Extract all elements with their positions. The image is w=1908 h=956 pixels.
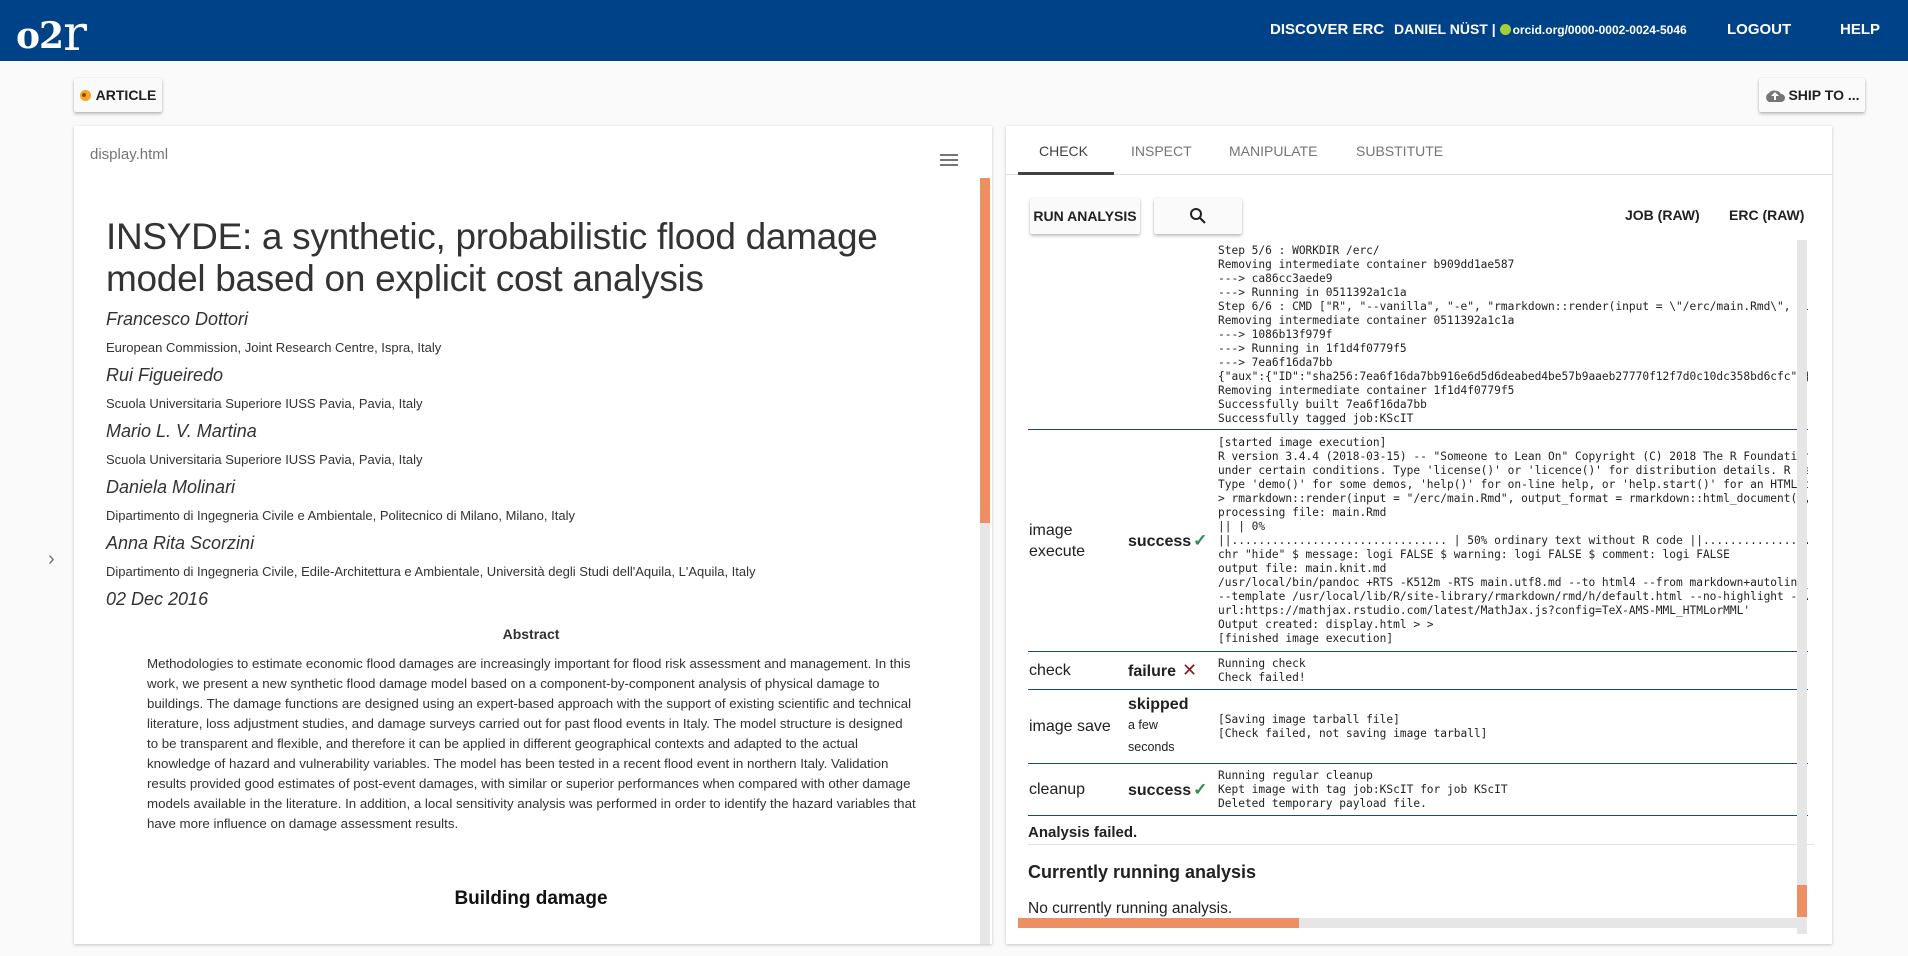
hamburger-menu-icon[interactable]: [940, 154, 958, 168]
section-heading: Building damage: [454, 888, 608, 909]
step-name: image save: [1029, 718, 1111, 735]
nav-logout[interactable]: LOGOUT: [1727, 21, 1791, 38]
logo-r: r: [63, 4, 87, 62]
article-title: INSYDE: a synthetic, probabilistic flood…: [106, 216, 878, 299]
scrollbar-thumb[interactable]: [980, 178, 990, 523]
top-navigation-bar: o2r DISCOVER ERC DANIEL NÜST | orcid.org…: [0, 0, 1908, 62]
step-log: [started image execution] R version 3.4.…: [1218, 435, 1808, 645]
tab-manipulate[interactable]: MANIPULATE: [1229, 143, 1317, 159]
author-affiliation: Scuola Universitaria Superiore IUSS Pavi…: [106, 452, 423, 467]
article-button-label: ARTICLE: [95, 87, 157, 103]
status-text: failure: [1128, 663, 1177, 680]
o2r-logo[interactable]: o2r: [16, 4, 87, 62]
author-affiliation: Scuola Universitaria Superiore IUSS Pavi…: [106, 396, 423, 411]
step-status: success ✓: [1128, 764, 1214, 815]
step-log: Running check Check failed!: [1218, 656, 1306, 684]
step-table: Step 5/6 : WORKDIR /erc/ Removing interm…: [1028, 240, 1808, 816]
step-name: [1028, 240, 1126, 429]
step-name: check: [1029, 662, 1071, 679]
check-icon: ✓: [1193, 779, 1208, 799]
status-text: skipped: [1128, 695, 1189, 713]
author-affiliation: Dipartimento di Ingegneria Civile, Edile…: [106, 564, 756, 579]
step-row-image-execute: image execute success ✓ [started image ex…: [1028, 430, 1808, 652]
status-text: success: [1128, 532, 1192, 550]
author-affiliation: European Commission, Joint Research Cent…: [106, 340, 442, 355]
file-name: display.html: [90, 146, 169, 163]
running-analysis-text: No currently running analysis.: [1028, 900, 1233, 917]
abstract-heading: Abstract: [502, 626, 560, 642]
tab-substitute[interactable]: SUBSTITUTE: [1356, 143, 1443, 159]
author-list: Francesco Dottori European Commission, J…: [106, 308, 956, 580]
scrollbar-thumb[interactable]: [1018, 918, 1299, 928]
nav-user[interactable]: DANIEL NÜST | orcid.org/0000-0002-0024-5…: [1394, 21, 1687, 37]
step-time: a few: [1128, 717, 1158, 732]
search-button[interactable]: [1154, 198, 1242, 234]
step-status: failure ✕: [1128, 652, 1214, 689]
article-date: 02 Dec 2016: [106, 589, 209, 609]
ship-to-button-label: SHIP TO ...: [1788, 87, 1860, 103]
ship-to-button[interactable]: SHIP TO ...: [1759, 78, 1865, 112]
status-text: success: [1128, 781, 1192, 799]
cloud-upload-icon: [1764, 88, 1786, 102]
article-panel: display.html INSYDE: a synthetic, probab…: [74, 126, 992, 944]
step-row-check: check failure ✕ Running check Check faile…: [1028, 652, 1808, 690]
divider: [1028, 844, 1814, 845]
nav-discover-erc[interactable]: DISCOVER ERC: [1270, 21, 1384, 38]
author-affiliation: Dipartimento di Ingegneria Civile e Ambi…: [106, 508, 575, 523]
scrollbar-thumb[interactable]: [1797, 885, 1807, 917]
search-icon: [1190, 208, 1206, 224]
chevron-right-icon[interactable]: ›: [48, 548, 55, 571]
abstract-text: Methodologies to estimate economic flood…: [147, 656, 916, 831]
tab-bar: CHECK INSPECT MANIPULATE SUBSTITUTE: [1006, 126, 1832, 175]
author-name: Francesco Dottori: [106, 309, 249, 329]
orcid-link[interactable]: orcid.org/0000-0002-0024-5046: [1513, 23, 1687, 37]
step-status: [1128, 240, 1214, 429]
log-vertical-scrollbar[interactable]: [1797, 240, 1807, 934]
step-name: cleanup: [1029, 781, 1086, 798]
log-horizontal-scrollbar[interactable]: [1018, 918, 1798, 928]
analysis-log: Step 5/6 : WORKDIR /erc/ Removing interm…: [1028, 240, 1814, 944]
step-row-cleanup: cleanup success ✓ Running regular cleanup…: [1028, 764, 1808, 816]
running-analysis-heading: Currently running analysis: [1028, 862, 1257, 882]
step-log: Running regular cleanup Kept image with …: [1218, 768, 1508, 810]
orcid-icon: [1499, 24, 1511, 35]
erc-raw-link[interactable]: ERC (RAW): [1729, 207, 1804, 223]
nav-help[interactable]: HELP: [1840, 21, 1880, 38]
doi-icon: [79, 89, 91, 101]
step-name: image execute: [1029, 521, 1086, 560]
run-analysis-button[interactable]: RUN ANALYSIS: [1030, 198, 1140, 234]
tab-check[interactable]: CHECK: [1039, 143, 1088, 159]
author-name: Daniela Molinari: [106, 477, 236, 497]
user-name: DANIEL NÜST |: [1394, 21, 1496, 37]
article-button[interactable]: ARTICLE: [74, 78, 162, 112]
check-panel: CHECK INSPECT MANIPULATE SUBSTITUTE RUN …: [1006, 126, 1832, 944]
step-status: success ✓: [1128, 430, 1214, 651]
logo-text: o2: [16, 15, 64, 57]
article-content: INSYDE: a synthetic, probabilistic flood…: [106, 216, 956, 910]
analysis-result: Analysis failed.: [1028, 824, 1138, 841]
tab-inspect[interactable]: INSPECT: [1131, 143, 1192, 159]
step-log: Step 5/6 : WORKDIR /erc/ Removing interm…: [1218, 244, 1808, 425]
check-icon: ✓: [1193, 530, 1208, 550]
step-log: [Saving image tarball file] [Check faile…: [1218, 712, 1488, 740]
author-name: Rui Figueiredo: [106, 365, 224, 385]
active-tab-indicator: [1018, 172, 1114, 175]
article-scrollbar[interactable]: [980, 178, 990, 944]
job-raw-link[interactable]: JOB (RAW): [1625, 207, 1700, 223]
author-name: Mario L. V. Martina: [106, 421, 257, 441]
step-status: skipped a few seconds: [1128, 690, 1214, 763]
cross-icon: ✕: [1182, 660, 1198, 680]
step-row-image-build: Step 5/6 : WORKDIR /erc/ Removing interm…: [1028, 240, 1808, 430]
author-name: Anna Rita Scorzini: [106, 533, 255, 553]
step-time: seconds: [1128, 739, 1175, 754]
step-row-image-save: image save skipped a few seconds [Saving…: [1028, 690, 1808, 764]
